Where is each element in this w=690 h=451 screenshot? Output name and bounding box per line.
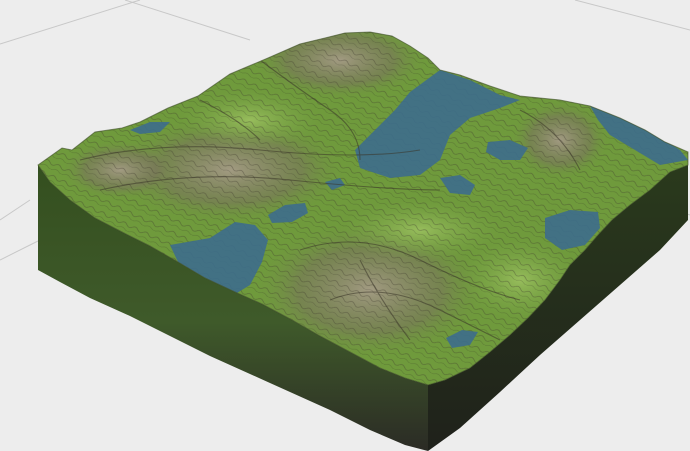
terrain-scene[interactable] xyxy=(0,0,690,451)
3d-viewport[interactable] xyxy=(0,0,690,451)
